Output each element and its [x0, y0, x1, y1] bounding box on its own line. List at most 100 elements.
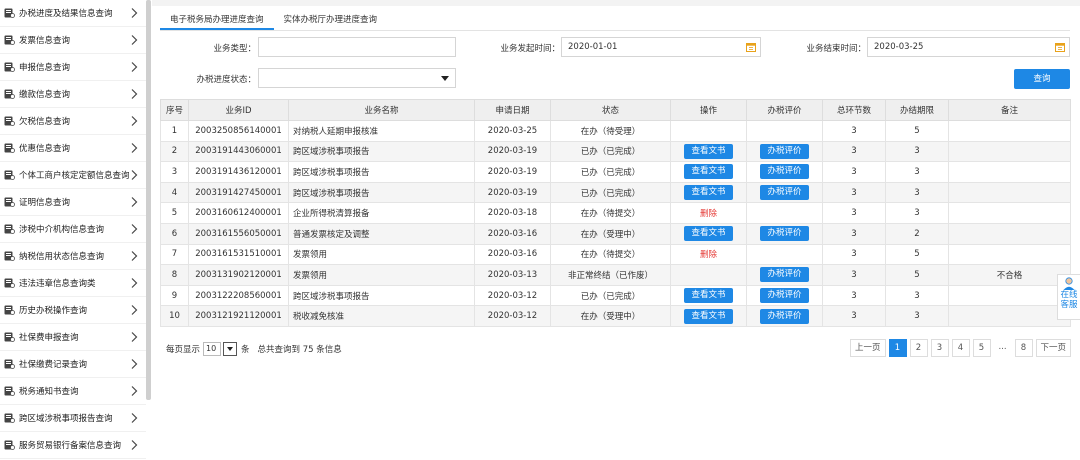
sidebar-item[interactable]: 涉税中介机构信息查询 [0, 216, 146, 243]
cell-steps[interactable]: 3 [822, 202, 886, 224]
business-id-link[interactable]: 2003121921120001 [188, 305, 289, 327]
view-document-button[interactable]: 查看文书 [684, 288, 733, 304]
business-id-link[interactable]: 2003161556050001 [188, 222, 289, 245]
business-id-link[interactable]: 2003191443060001 [188, 140, 289, 163]
end-time-input[interactable]: 2020-03-25 [867, 37, 1070, 57]
sidebar-item[interactable]: 服务贸易银行备案信息查询 [0, 432, 146, 459]
cell-business-name: 跨区域涉税事项报告 [288, 140, 475, 163]
sidebar-item[interactable]: 发票信息查询 [0, 27, 146, 54]
cell-steps[interactable]: 3 [822, 264, 886, 286]
sidebar-item[interactable]: 社保费申报查询 [0, 324, 146, 351]
page-button[interactable]: 3 [930, 339, 949, 357]
sidebar-item-label: 纳税信用状态信息查询 [19, 252, 105, 262]
calendar-icon[interactable] [746, 42, 756, 52]
cell-steps[interactable]: 3 [822, 181, 886, 204]
sidebar-item[interactable]: 纳税信用状态信息查询 [0, 243, 146, 270]
pagination: 上一页 1 2 3 4 5... 8 下一页 [850, 339, 1072, 357]
business-id-link[interactable]: 2003160612400001 [188, 202, 289, 224]
view-document-button[interactable]: 查看文书 [684, 185, 733, 201]
cell-steps[interactable]: 3 [822, 161, 886, 183]
sidebar-scrollbar[interactable] [146, 0, 151, 400]
cell-steps[interactable]: 3 [822, 284, 886, 307]
tab-hall-progress[interactable]: 实体办税厅办理进度查询 [274, 10, 388, 30]
sidebar-item-label: 发票信息查询 [19, 36, 71, 46]
rating-button[interactable]: 办税评价 [760, 143, 809, 159]
business-type-input[interactable] [258, 37, 456, 57]
table-row: 4 2003191427450001 跨区域涉税事项报告 2020-03-19 已办（已… [160, 181, 1071, 204]
cell-note [948, 120, 1071, 142]
sidebar-item[interactable]: 缴款信息查询 [0, 81, 146, 108]
start-time-value: 2020-01-01 [568, 42, 618, 52]
rating-button[interactable]: 办税评价 [760, 267, 809, 283]
view-document-button[interactable]: 查看文书 [684, 226, 733, 242]
online-service-widget[interactable]: 在线 客服 [1057, 274, 1080, 320]
business-id-link[interactable]: 2003191427450001 [188, 181, 289, 204]
sidebar-item[interactable]: 优惠信息查询 [0, 135, 146, 162]
prev-page-button[interactable]: 上一页 [850, 339, 886, 357]
chevron-right-icon [131, 116, 138, 126]
cell-action: 查看文书 [670, 222, 747, 245]
delete-link[interactable]: 删除 [700, 209, 717, 219]
delete-link[interactable]: 删除 [700, 250, 717, 260]
view-document-button[interactable]: 查看文书 [684, 143, 733, 159]
cell-rating: 办税评价 [746, 264, 823, 286]
rating-button[interactable]: 办税评价 [760, 226, 809, 242]
page-button[interactable]: 5 [972, 339, 991, 357]
page-button[interactable]: 2 [909, 339, 928, 357]
sidebar-item[interactable]: 跨区域涉税事项报告查询 [0, 405, 146, 432]
col-header-rating: 办税评价 [746, 99, 823, 121]
page-button[interactable]: 8 [1014, 339, 1033, 357]
col-header-name: 业务名称 [288, 99, 475, 121]
business-id-link[interactable]: 2003131902120001 [188, 264, 289, 286]
rating-button[interactable]: 办税评价 [760, 288, 809, 304]
query-button[interactable]: 查询 [1014, 69, 1070, 89]
sidebar-item[interactable]: 税务通知书查询 [0, 378, 146, 405]
start-time-input[interactable]: 2020-01-01 [561, 37, 761, 57]
sidebar-item[interactable]: 个体工商户核定定额信息查询 [0, 162, 146, 189]
customer-service-icon [1063, 277, 1075, 290]
business-id-link[interactable]: 2003250856140001 [188, 120, 289, 142]
chevron-right-icon [131, 305, 138, 315]
cell-status: 已办（已完成） [550, 284, 671, 307]
view-document-button[interactable]: 查看文书 [684, 308, 733, 324]
sidebar-item[interactable]: 办税进度及结果信息查询 [0, 0, 146, 27]
business-id-link[interactable]: 2003191436120001 [188, 161, 289, 183]
cell-steps[interactable]: 3 [822, 305, 886, 327]
sidebar-item[interactable]: 历史办税操作查询 [0, 297, 146, 324]
cell-status: 在办（待受理） [550, 120, 671, 142]
chevron-down-icon[interactable] [223, 342, 238, 356]
per-page-select[interactable]: 10 [203, 342, 222, 356]
cell-no: 8 [160, 264, 189, 286]
page-button[interactable]: 1 [888, 339, 907, 357]
history-icon [4, 305, 15, 315]
tab-bar: 电子税务局办理进度查询 实体办税厅办理进度查询 [160, 10, 387, 30]
business-icon [4, 170, 15, 180]
cell-steps[interactable]: 3 [822, 243, 886, 266]
tab-online-progress[interactable]: 电子税务局办理进度查询 [160, 10, 274, 30]
next-page-button[interactable]: 下一页 [1035, 339, 1072, 357]
discount-icon [4, 143, 15, 153]
cell-steps[interactable]: 3 [822, 120, 886, 142]
rating-button[interactable]: 办税评价 [760, 308, 809, 324]
business-id-link[interactable]: 2003161531510001 [188, 243, 289, 266]
cell-steps[interactable]: 3 [822, 140, 886, 163]
sidebar-item[interactable]: 违法违章信息查询类 [0, 270, 146, 297]
sidebar-item[interactable]: 欠税信息查询 [0, 108, 146, 135]
cell-action: 查看文书 [670, 140, 747, 163]
status-select[interactable] [258, 68, 456, 88]
calendar-icon[interactable] [1055, 42, 1065, 52]
view-document-button[interactable]: 查看文书 [684, 164, 733, 180]
cell-deadline: 3 [885, 202, 949, 224]
rating-button[interactable]: 办税评价 [760, 164, 809, 180]
end-time-label: 业务结束时间： [806, 44, 866, 54]
cell-status: 在办（受理中） [550, 222, 671, 245]
table-row: 7 2003161531510001 发票领用 2020-03-16 在办（待提交） 删除… [160, 243, 1071, 266]
col-header-date: 申请日期 [474, 99, 551, 121]
sidebar-item[interactable]: 社保缴费记录查询 [0, 351, 146, 378]
business-id-link[interactable]: 2003122208560001 [188, 284, 289, 307]
rating-button[interactable]: 办税评价 [760, 185, 809, 201]
sidebar-item[interactable]: 申报信息查询 [0, 54, 146, 81]
page-button[interactable]: 4 [951, 339, 970, 357]
cell-steps[interactable]: 3 [822, 222, 886, 245]
sidebar-item[interactable]: 证明信息查询 [0, 189, 146, 216]
